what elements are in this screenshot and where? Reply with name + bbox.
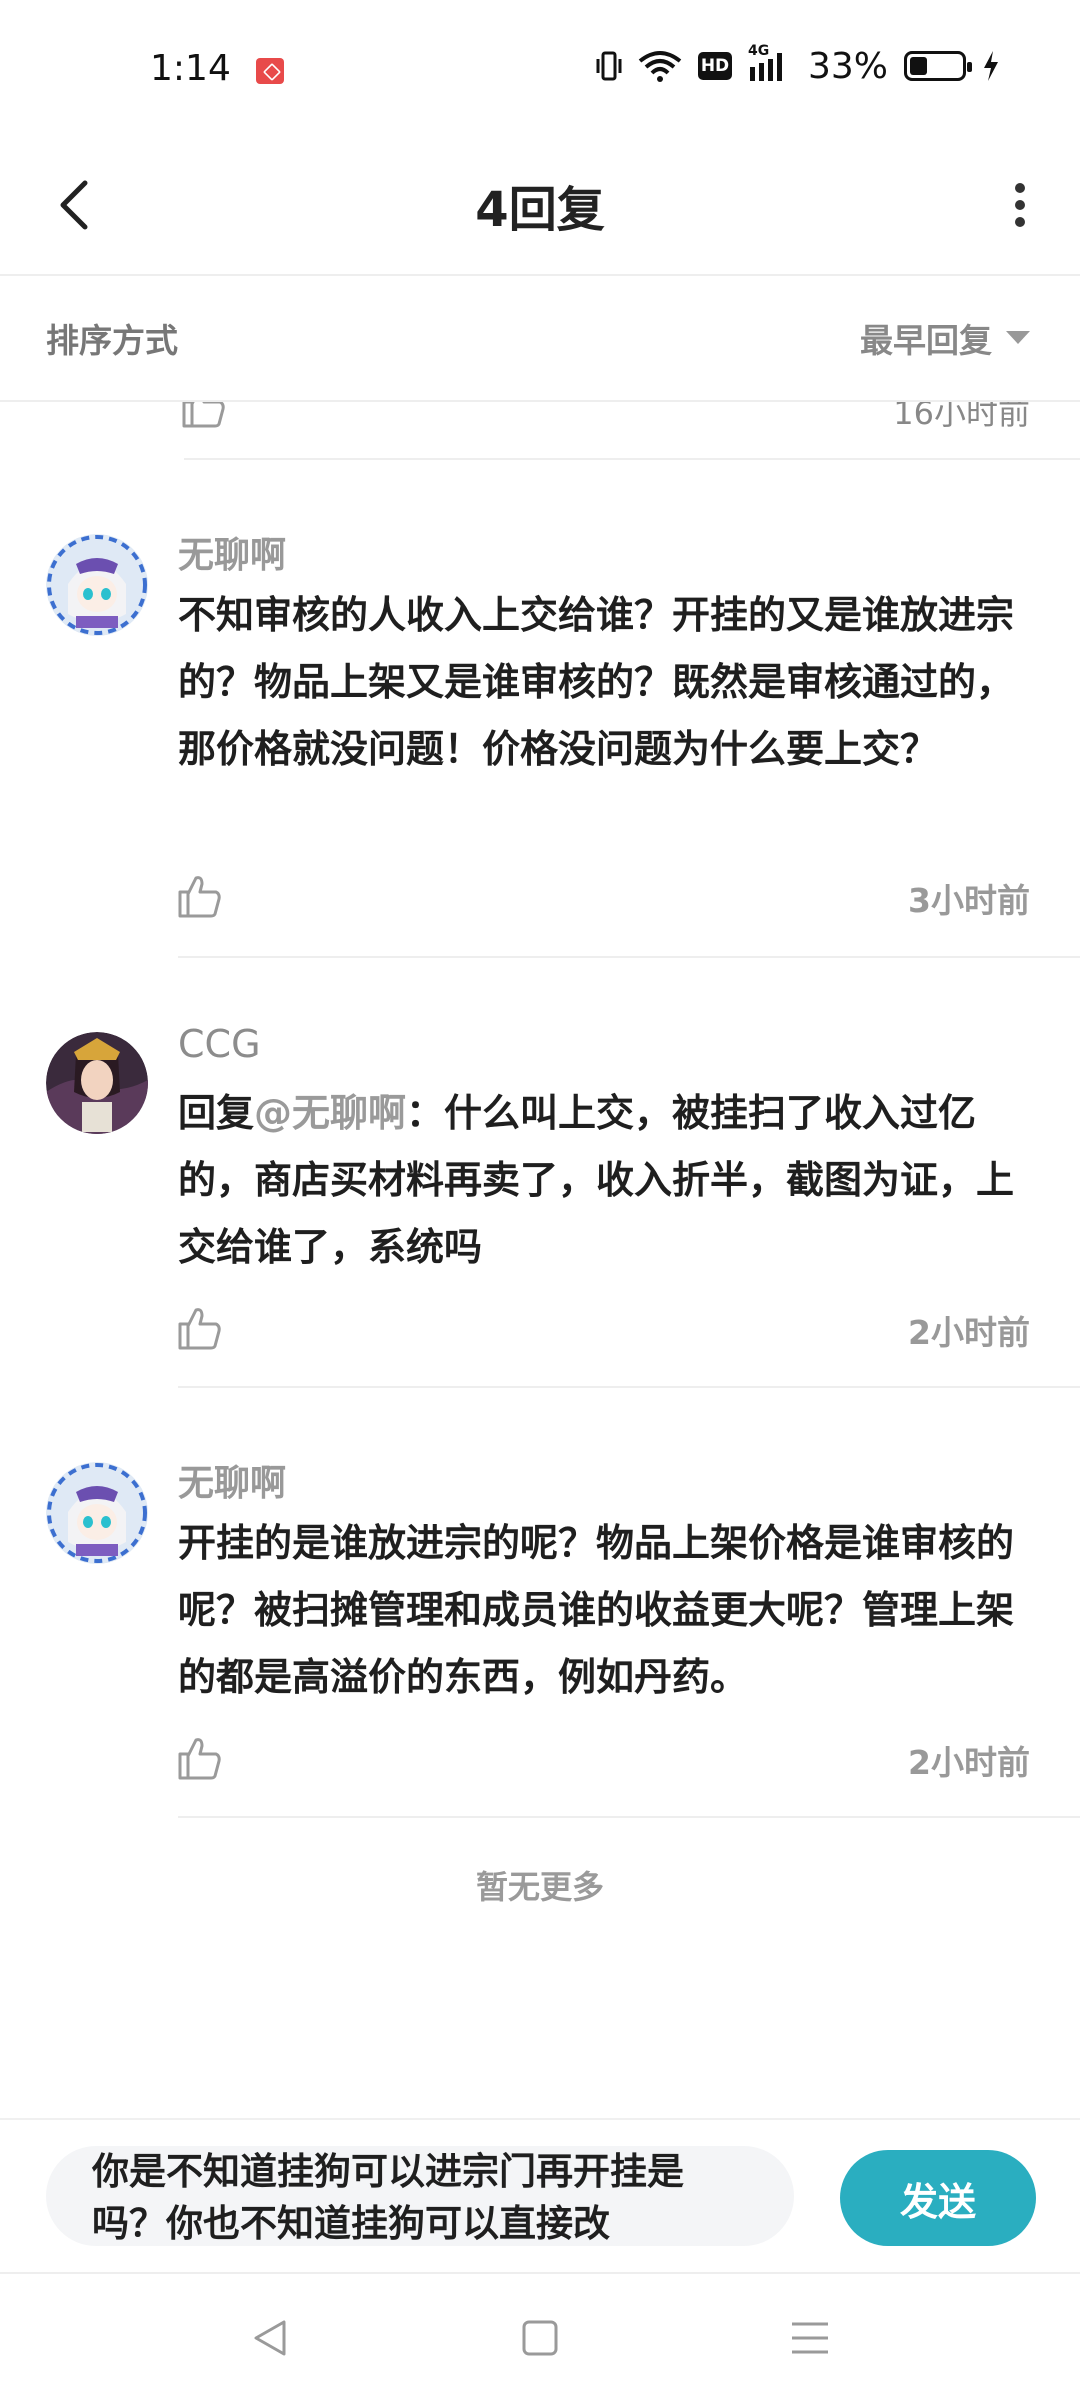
status-icons: HD 4G 33% — [596, 43, 1000, 87]
signal-icon: 4G — [748, 43, 792, 83]
comment-time: 2小时前 — [908, 1743, 1030, 1782]
sort-dropdown[interactable]: 最早回复 — [860, 314, 1030, 362]
vibrate-icon — [596, 51, 622, 81]
avatar[interactable] — [46, 1462, 148, 1564]
no-more-label: 暂无更多 — [475, 1868, 604, 1906]
like-icon[interactable] — [180, 402, 228, 430]
like-icon[interactable] — [176, 1304, 224, 1352]
battery-fill — [910, 57, 927, 75]
sort-label: 排序方式 — [46, 321, 178, 360]
like-icon[interactable] — [176, 872, 224, 920]
sort-bar: 排序方式 最早回复 — [0, 278, 1080, 402]
comment-author[interactable]: 无聊啊 — [178, 526, 286, 578]
header: 4回复 — [0, 140, 1080, 276]
caret-down-icon — [1006, 331, 1030, 344]
comment-time: 16小时前 — [893, 402, 1030, 432]
partial-comment-row: 16小时前 — [0, 402, 1080, 460]
send-button[interactable]: 发送 — [840, 2150, 1036, 2246]
battery-icon — [904, 51, 972, 81]
comment-author[interactable]: CCG — [178, 1022, 261, 1066]
wifi-icon — [638, 51, 682, 82]
divider — [178, 1386, 1080, 1388]
comment-text: 不知审核的人收入上交给谁？开挂的又是谁放进宗的？物品上架又是谁审核的？既然是审核… — [178, 593, 1015, 771]
reply-input[interactable]: 你是不知道挂狗可以进宗门再开挂是吗？你也不知道挂狗可以直接改 — [46, 2146, 794, 2246]
nav-home-icon — [522, 2320, 558, 2356]
like-icon[interactable] — [176, 1734, 224, 1782]
system-nav-bar — [0, 2272, 1080, 2400]
app-notification-icon — [256, 58, 284, 84]
comment-time: 3小时前 — [908, 881, 1030, 920]
status-bar: 1:14 HD 4G 33% — [0, 0, 1080, 140]
nav-menu-icon — [792, 2322, 828, 2354]
avatar[interactable] — [46, 1032, 148, 1134]
comment-text: 开挂的是谁放进宗的呢？物品上架价格是谁审核的呢？被扫摊管理和成员谁的收益更大呢？… — [178, 1521, 1015, 1699]
nav-back-icon — [254, 2320, 286, 2356]
mention-link[interactable]: @无聊啊 — [254, 1091, 406, 1135]
divider — [178, 1816, 1080, 1818]
reply-prefix: 回复 — [178, 1091, 255, 1135]
divider — [184, 458, 1080, 460]
nav-menu-button[interactable] — [786, 2314, 834, 2362]
divider — [178, 956, 1080, 958]
page-title: 4回复 — [475, 182, 605, 238]
hd-icon: HD — [697, 52, 732, 80]
more-vertical-icon — [1015, 183, 1025, 227]
charging-icon — [984, 51, 998, 81]
nav-home-button[interactable] — [516, 2314, 564, 2362]
more-options-button[interactable] — [990, 170, 1050, 240]
comment-author[interactable]: 无聊啊 — [178, 1454, 286, 1506]
reply-input-bar: 你是不知道挂狗可以进宗门再开挂是吗？你也不知道挂狗可以直接改 发送 — [0, 2118, 1080, 2270]
status-time: 1:14 — [150, 48, 231, 89]
nav-back-button[interactable] — [246, 2314, 294, 2362]
avatar[interactable] — [46, 534, 148, 636]
comment-time: 2小时前 — [908, 1313, 1030, 1352]
sort-value: 最早回复 — [860, 321, 992, 360]
battery-percent: 33% — [807, 45, 888, 87]
comment-text: 回复@无聊啊：什么叫上交，被挂扫了收入过亿的，商店买材料再卖了，收入折半，截图为… — [178, 1080, 1038, 1281]
